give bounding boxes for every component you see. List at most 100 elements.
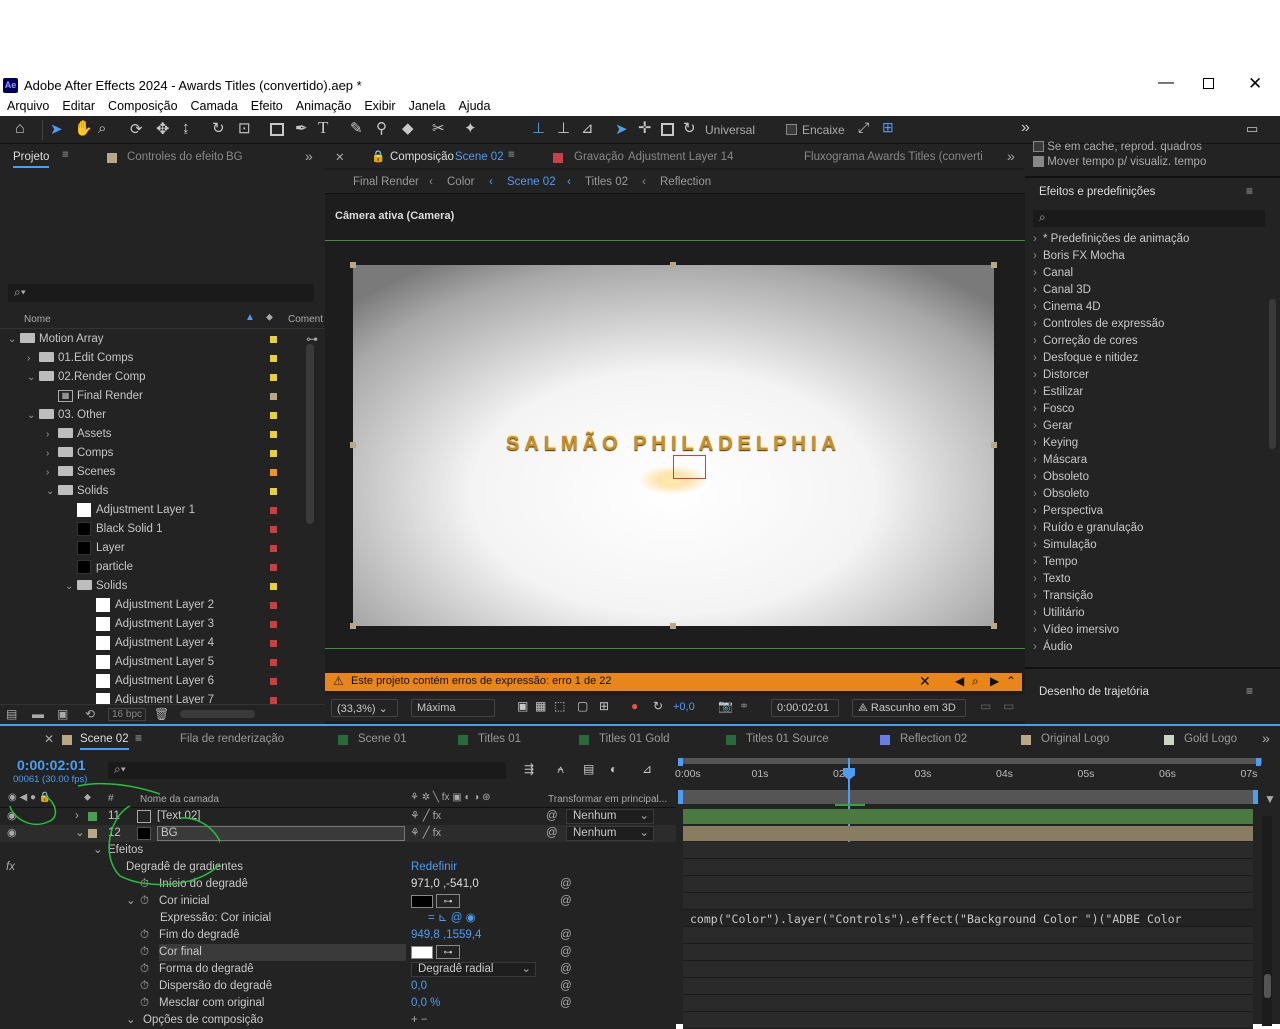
project-item[interactable]: ▦ Final Render [0,387,305,406]
pan-tool-icon[interactable]: ✥ [156,119,169,139]
project-search[interactable]: ⌕▾ [8,284,314,302]
label-color-swatch[interactable] [270,374,277,381]
menu-item[interactable]: Ajuda [458,99,490,113]
move-time-checkbox-row[interactable]: Mover tempo p/ visualiz. tempo [1033,156,1206,168]
puppet-tool-icon[interactable]: ✦ [464,119,477,137]
snapshot-icon[interactable]: 📷 [718,699,733,713]
property-value[interactable]: 0,0 [411,978,427,995]
timeline-tab[interactable]: Titles 01 Gold [599,733,670,745]
property-row[interactable]: ⏱ Fim do degradê 949,8 ,1559,4 @ [0,927,676,944]
color-channels-icon[interactable]: ● [631,699,638,713]
effects-category[interactable]: Canal [1025,265,1267,282]
label-color-swatch[interactable] [270,355,277,362]
eyedropper-icon[interactable]: ⊶ [436,945,460,959]
timeline-tab[interactable]: Gold Logo [1184,733,1237,745]
label-color-swatch[interactable] [270,393,277,400]
collapse-warning-icon[interactable]: ⌃ [1006,674,1016,688]
snap-label[interactable]: Encaixe [802,123,845,137]
bg-layer-bar[interactable] [683,826,1253,841]
chevron-down-icon[interactable]: ⌄ [8,330,16,349]
project-scrollbar[interactable] [306,344,314,524]
breadcrumb-item[interactable]: Scene 02 [507,176,556,188]
cache-checkbox-row[interactable]: Se em cache, reprod. quadros [1033,141,1202,153]
project-item[interactable]: Adjustment Layer 1 [0,501,305,520]
property-row[interactable]: ⏱ Mesclar com original 0,0 % @ [0,995,676,1012]
effects-category[interactable]: Estilizar [1025,384,1267,401]
brush-tool-icon[interactable]: ✎ [350,119,363,137]
universal-label[interactable]: Universal [705,123,755,137]
chevron-right-icon[interactable]: › [27,349,30,368]
project-item[interactable]: › Comps [0,444,305,463]
effects-category[interactable]: Distorcer [1025,367,1267,384]
close-icon[interactable]: ✕ [1248,74,1262,94]
effects-category[interactable]: Transição [1025,588,1267,605]
property-row[interactable]: ⏱ Forma do degradê Degradê radial ⌄ @ [0,961,676,978]
sort-icon[interactable]: ▲ [245,312,255,323]
expression-text[interactable]: comp("Color").layer("Controls").effect("… [690,912,1182,926]
project-item[interactable]: particle [0,558,305,577]
tab-composition-label[interactable]: Composição [390,151,454,163]
hand-tool-icon[interactable]: ✋ [74,119,93,137]
effects-category[interactable]: Tempo [1025,554,1267,571]
menu-item[interactable]: Arquivo [7,99,49,113]
label-color-swatch[interactable] [270,678,277,685]
zoom-tool-icon[interactable]: ⌕ [98,120,106,137]
project-item[interactable]: Adjustment Layer 3 [0,615,305,634]
project-item[interactable]: › Assets [0,425,305,444]
effects-category[interactable]: Desfoque e nitidez [1025,350,1267,367]
effects-category[interactable]: Máscara [1025,452,1267,469]
project-item[interactable]: ⌄ Solids [0,482,305,501]
project-item[interactable]: ⌄ 03. Other [0,406,305,425]
label-color-swatch[interactable] [270,526,277,533]
graph-editor-icon[interactable]: ⊿ [642,762,652,776]
property-value[interactable]: 949,8 ,1559,4 [411,927,481,944]
rotate-3d-icon[interactable]: ↻ [683,119,696,137]
new-folder-icon[interactable]: ▬ [32,707,44,721]
label-color-swatch[interactable] [270,602,277,609]
exposure-value[interactable]: +0,0 [673,701,695,713]
col-name[interactable]: Nome [24,314,51,325]
panel-menu-icon[interactable]: ≡ [1246,184,1253,198]
region-icon[interactable]: ▣ [517,699,528,713]
composition-canvas[interactable]: SALMÃO PHILADELPHIA [353,265,994,626]
reset-exposure-icon[interactable]: ↻ [653,699,663,713]
tab-menu-icon[interactable]: ≡ [135,731,142,745]
expression-error-bar[interactable]: ⚠ Este projeto contém erros de expressão… [325,673,1022,691]
work-area-bar[interactable] [678,790,1258,804]
rotate-tool-icon[interactable]: ↻ [212,119,225,137]
effects-category[interactable]: Keying [1025,435,1267,452]
anchor-tool-icon[interactable]: ⊡ [238,119,251,137]
menu-item[interactable]: Composição [108,99,177,113]
pen-tool-icon[interactable]: ✒ [295,119,308,137]
select-3d-icon[interactable]: ➤ [615,120,628,138]
timeline-tab[interactable]: Titles 01 Source [746,733,829,745]
chevron-right-icon[interactable]: › [46,425,49,444]
chevron-down-icon[interactable]: ⌄ [27,406,35,425]
effects-category[interactable]: Cinema 4D [1025,299,1267,316]
effects-category[interactable]: Utilitário [1025,605,1267,622]
project-item[interactable]: Black Solid 1 [0,520,305,539]
eraser-tool-icon[interactable]: ◆ [402,119,414,137]
panel-overflow-icon[interactable]: » [1007,148,1015,164]
panel-menu-icon[interactable]: ≡ [1246,684,1253,698]
effects-category[interactable]: Controles de expressão [1025,316,1267,333]
project-item[interactable]: Adjustment Layer 4 [0,634,305,653]
project-item[interactable]: Adjustment Layer 2 [0,596,305,615]
chevron-right-icon[interactable]: › [46,444,49,463]
transparency-icon[interactable]: ▦ [535,699,546,713]
shy-icon[interactable]: ▤ [583,762,594,776]
zoom-dropdown[interactable]: (33,3%) ⌄ [331,699,398,717]
chevron-down-icon[interactable]: ⌄ [46,482,54,501]
rectangle-tool-icon[interactable] [270,123,284,136]
find-error-icon[interactable]: ⌕ [972,674,979,689]
render-icon[interactable]: ⟲ [85,707,95,721]
parent-dropdown[interactable]: Nenhum ⌄ [566,809,654,824]
menu-item[interactable]: Animação [296,99,352,113]
label-color-swatch[interactable] [270,564,277,571]
move-3d-icon[interactable]: ✛ [638,118,651,138]
dolly-tool-icon[interactable]: ↨ [182,119,190,136]
new-comp-icon[interactable]: ▣ [57,707,68,721]
overflow-chevron-icon[interactable]: » [1021,119,1030,137]
project-item[interactable]: › Scenes [0,463,305,482]
menu-item[interactable]: Efeito [251,99,283,113]
